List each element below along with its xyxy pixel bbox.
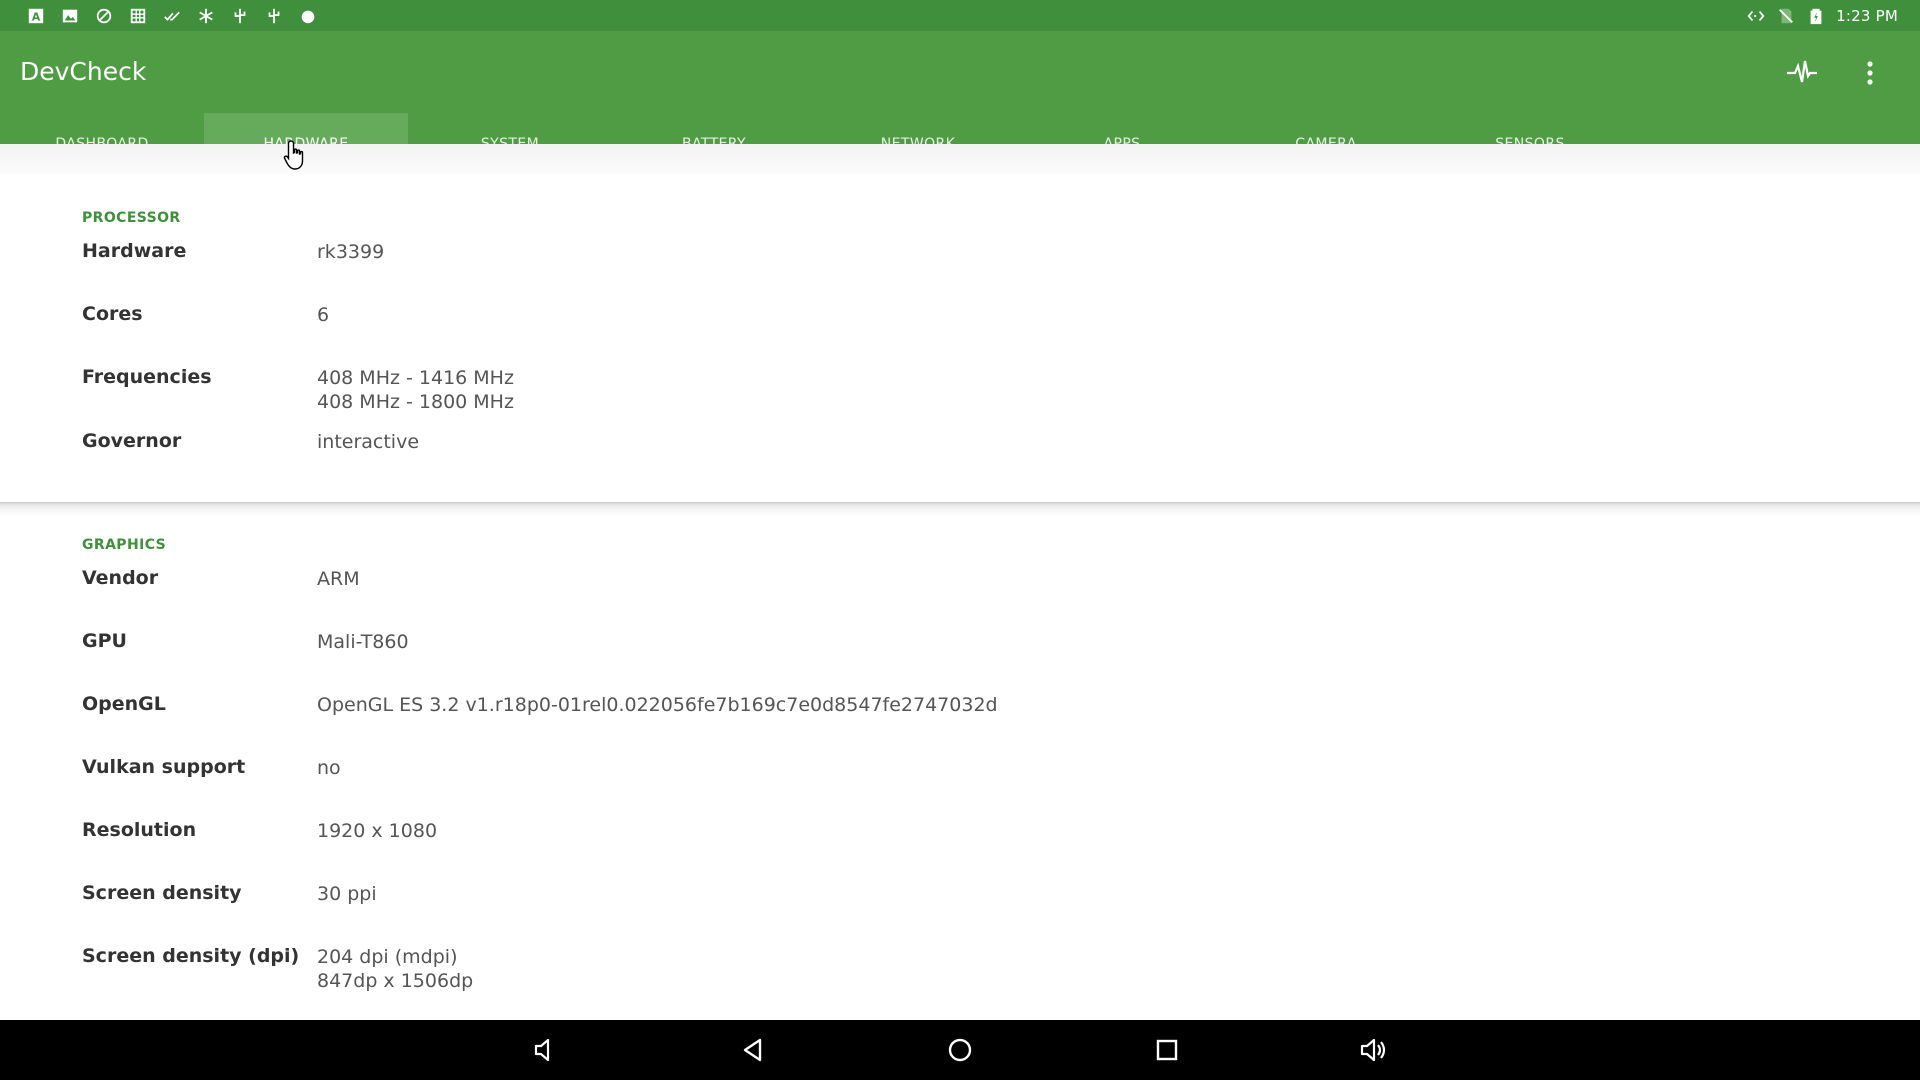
volume-down-icon bbox=[534, 1038, 550, 1062]
row-label: OpenGL bbox=[82, 693, 166, 715]
app-title: DevCheck bbox=[20, 57, 147, 86]
value-line: 30 ppi bbox=[317, 883, 377, 905]
home-button[interactable] bbox=[934, 1024, 986, 1076]
value-line: no bbox=[317, 757, 341, 779]
row-value: Mali-T860 bbox=[317, 630, 409, 654]
row-value: 204 dpi (mdpi) 847dp x 1506dp bbox=[317, 945, 473, 993]
value-line: Mali-T860 bbox=[317, 631, 409, 653]
back-icon bbox=[743, 1038, 762, 1062]
info-row-governor: Governor interactive bbox=[82, 430, 1920, 493]
battery-icon bbox=[1806, 6, 1826, 26]
row-label: GPU bbox=[82, 630, 127, 652]
back-button[interactable] bbox=[727, 1024, 779, 1076]
monitor-button[interactable] bbox=[1778, 50, 1826, 96]
image-icon bbox=[60, 6, 80, 26]
no-entry-icon bbox=[94, 6, 114, 26]
more-vert-icon bbox=[1867, 61, 1873, 85]
value-line: 847dp x 1506dp bbox=[317, 970, 474, 992]
row-label: Screen density bbox=[82, 882, 242, 904]
row-value: ARM bbox=[317, 567, 360, 591]
recents-button[interactable] bbox=[1141, 1024, 1193, 1076]
row-value: no bbox=[317, 756, 341, 780]
info-row-opengl: OpenGL OpenGL ES 3.2 v1.r18p0-01rel0.022… bbox=[82, 693, 1920, 756]
snowflake-icon bbox=[196, 6, 216, 26]
row-label: Vulkan support bbox=[82, 756, 246, 778]
home-icon bbox=[948, 1038, 972, 1062]
info-row-screen-density: Screen density 30 ppi bbox=[82, 882, 1920, 945]
row-value: interactive bbox=[317, 430, 419, 454]
info-row-frequencies: Frequencies 408 MHz - 1416 MHz 408 MHz -… bbox=[82, 366, 1920, 430]
status-bar: A 1:23 PM bbox=[0, 0, 1920, 31]
info-row-vulkan: Vulkan support no bbox=[82, 756, 1920, 819]
info-row-cores: Cores 6 bbox=[82, 303, 1920, 366]
status-icons-left: A bbox=[0, 6, 318, 26]
row-value: 30 ppi bbox=[317, 882, 377, 906]
row-label: Resolution bbox=[82, 819, 197, 841]
code-icon bbox=[1746, 6, 1766, 26]
text-a-icon: A bbox=[26, 6, 46, 26]
double-check-icon bbox=[162, 6, 182, 26]
value-line: rk3399 bbox=[317, 241, 385, 263]
row-label: Vendor bbox=[82, 567, 159, 589]
no-sim-icon bbox=[1776, 6, 1796, 26]
hand-cursor-icon bbox=[283, 140, 304, 170]
row-value: 1920 x 1080 bbox=[317, 819, 437, 843]
value-line: ARM bbox=[317, 568, 360, 590]
value-line: 408 MHz - 1800 MHz bbox=[317, 391, 514, 413]
graphics-section: GRAPHICS Vendor ARM GPU Mali-T860 OpenGL… bbox=[0, 501, 1920, 1008]
usb-icon bbox=[230, 6, 250, 26]
row-value: rk3399 bbox=[317, 240, 384, 264]
value-line: 408 MHz - 1416 MHz bbox=[317, 367, 514, 389]
circle-icon bbox=[298, 6, 318, 26]
row-label: Screen density (dpi) bbox=[82, 945, 300, 967]
row-label: Frequencies bbox=[82, 366, 212, 388]
status-time: 1:23 PM bbox=[1836, 6, 1898, 25]
volume-up-button[interactable] bbox=[1348, 1024, 1400, 1076]
section-title: PROCESSOR bbox=[82, 210, 181, 226]
volume-up-icon bbox=[1360, 1038, 1386, 1062]
row-value: OpenGL ES 3.2 v1.r18p0-01rel0.022056fe7b… bbox=[317, 693, 998, 717]
value-line: 6 bbox=[317, 304, 330, 326]
navigation-bar bbox=[0, 1020, 1920, 1080]
row-value: 6 bbox=[317, 303, 329, 327]
value-line: 204 dpi (mdpi) bbox=[317, 946, 458, 968]
svg-text:A: A bbox=[32, 10, 41, 23]
value-line: 1920 x 1080 bbox=[317, 820, 438, 842]
recents-icon bbox=[1156, 1039, 1178, 1061]
pulse-icon bbox=[1787, 60, 1817, 83]
info-row-gpu: GPU Mali-T860 bbox=[82, 630, 1920, 693]
status-icons-right: 1:23 PM bbox=[1746, 6, 1920, 26]
app-bar-actions bbox=[1778, 50, 1894, 96]
row-value: 408 MHz - 1416 MHz 408 MHz - 1800 MHz bbox=[317, 366, 514, 414]
section-divider bbox=[0, 502, 1920, 516]
hardware-content[interactable]: PROCESSOR Hardware rk3399 Cores 6 Freque… bbox=[0, 174, 1920, 1020]
usb-icon-2 bbox=[264, 6, 284, 26]
info-row-hardware: Hardware rk3399 bbox=[82, 240, 1920, 303]
more-options-button[interactable] bbox=[1846, 50, 1894, 96]
app-bar: DevCheck DASHBOARD HARDWARE SYSTEM BATTE… bbox=[0, 31, 1920, 175]
volume-down-button[interactable] bbox=[520, 1024, 572, 1076]
row-label: Governor bbox=[82, 430, 182, 452]
processor-section: PROCESSOR Hardware rk3399 Cores 6 Freque… bbox=[0, 174, 1920, 493]
grid-icon bbox=[128, 6, 148, 26]
info-row-vendor: Vendor ARM bbox=[82, 567, 1920, 630]
value-line: OpenGL ES 3.2 v1.r18p0-01rel0.022056fe7b… bbox=[317, 694, 998, 716]
info-row-resolution: Resolution 1920 x 1080 bbox=[82, 819, 1920, 882]
row-label: Hardware bbox=[82, 240, 187, 262]
info-row-screen-density-dpi: Screen density (dpi) 204 dpi (mdpi) 847d… bbox=[82, 945, 1920, 1008]
row-label: Cores bbox=[82, 303, 143, 325]
value-line: interactive bbox=[317, 431, 420, 453]
